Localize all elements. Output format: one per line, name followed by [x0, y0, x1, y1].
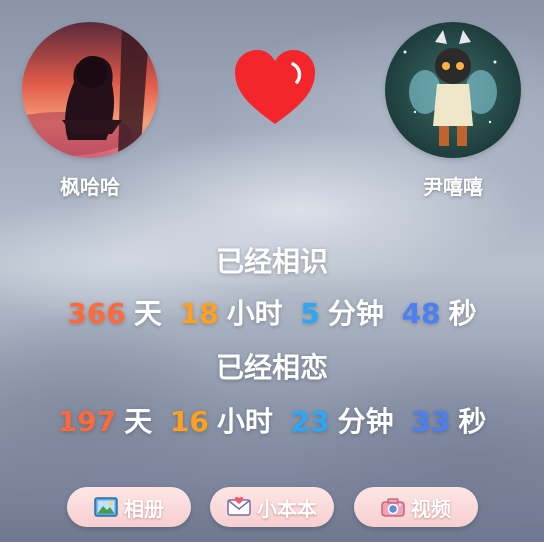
love-days-unit: 天 [124, 405, 153, 438]
video-button-label: 视频 [411, 496, 451, 521]
avatar-right[interactable] [385, 22, 521, 158]
avatar-night-character-icon [385, 22, 521, 158]
known-hours-unit: 小时 [226, 297, 283, 330]
notebook-button[interactable]: 小本本 [210, 487, 334, 527]
known-hours: 18 [179, 297, 219, 330]
love-minutes: 23 [290, 405, 330, 438]
love-days: 197 [57, 405, 117, 438]
video-button[interactable]: 视频 [354, 487, 478, 527]
profile-name-left: 枫哈哈 [60, 175, 120, 199]
picture-icon [94, 497, 118, 517]
heart-icon[interactable] [233, 48, 317, 126]
love-seconds-unit: 秒 [458, 405, 487, 438]
camera-icon [381, 498, 405, 517]
love-timer: 197 天 16 小时 23 分钟 33 秒 [0, 400, 544, 440]
notebook-button-label: 小本本 [257, 496, 317, 521]
album-button[interactable]: 相册 [67, 487, 191, 527]
known-caption: 已经相识 [215, 245, 328, 278]
love-hours: 16 [169, 405, 209, 438]
known-seconds: 48 [401, 297, 441, 330]
known-days: 366 [67, 297, 126, 330]
avatar-left[interactable] [22, 22, 158, 158]
love-caption: 已经相恋 [215, 351, 328, 384]
known-seconds-unit: 秒 [448, 297, 477, 330]
profile-name-right: 尹嘻嘻 [423, 175, 483, 199]
love-hours-unit: 小时 [216, 405, 273, 438]
album-button-label: 相册 [124, 496, 164, 521]
envelope-icon [227, 496, 251, 516]
known-timer: 366 天 18 小时 5 分钟 48 秒 [0, 292, 544, 332]
avatar-sunset-character-icon [22, 22, 158, 158]
known-days-unit: 天 [133, 297, 162, 330]
love-seconds: 33 [411, 405, 451, 438]
love-minutes-unit: 分钟 [337, 405, 394, 438]
known-minutes: 5 [300, 297, 320, 330]
known-minutes-unit: 分钟 [327, 297, 384, 330]
